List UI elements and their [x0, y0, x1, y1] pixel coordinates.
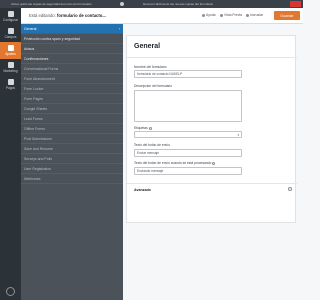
save-button[interactable]: Guardar [274, 11, 300, 20]
settings-nav-label: Google Sheets [24, 106, 48, 111]
sliders-icon [7, 45, 14, 51]
notice-close-button[interactable] [290, 1, 301, 7]
help-label: Ayuda [206, 13, 216, 17]
settings-nav-label: Form Abandonment [24, 76, 55, 81]
tags-label: Etiquetas [134, 126, 152, 130]
help-icon[interactable] [6, 287, 15, 296]
settings-nav-item-avisos[interactable]: Avisos [21, 44, 123, 54]
settings-nav-label: Confirmaciones [24, 56, 49, 61]
settings-nav-label: Surveys and Polls [24, 156, 53, 161]
sidebar-item-pagos[interactable]: Pagos [0, 76, 21, 93]
sidebar-item-label: Marketing [3, 69, 18, 73]
sidebar-item-campos[interactable]: Campos [0, 25, 21, 42]
sidebar-item-ajustes[interactable]: Ajustes [0, 42, 21, 59]
sidebar-item-marketing[interactable]: Marketing [0, 59, 21, 76]
submit-text-label: Texto del botón de envío [134, 143, 170, 147]
settings-nav: General › Protección contra spam y segur… [21, 24, 123, 300]
preview-button[interactable]: Vista Previa [220, 13, 242, 17]
processing-text-label: Texto del botón de envío cuando se está … [134, 161, 216, 165]
settings-nav-item-offline[interactable]: Offline Forms [21, 124, 123, 134]
settings-nav-item-locker[interactable]: Form Locker [21, 84, 123, 94]
sidebar-item-label: Pagos [5, 86, 16, 90]
tags-label-text: Etiquetas [134, 126, 148, 130]
help-icon[interactable] [148, 126, 152, 130]
notification-bar: Active gratis las copias de seguridad de… [0, 0, 303, 8]
gear-icon [7, 11, 14, 17]
settings-nav-label: Lead Forms [24, 116, 43, 121]
processing-text-input[interactable]: Enviando mensaje [134, 167, 242, 175]
divider [127, 57, 297, 58]
builder-header: Está editando: formulario de contacto...… [21, 8, 303, 24]
help-circle-icon [202, 13, 205, 17]
settings-nav-label: Form Pages [24, 96, 44, 101]
settings-nav-item-surveys[interactable]: Surveys and Polls [21, 154, 123, 164]
settings-nav-item-user-registration[interactable]: User Registration [21, 164, 123, 174]
save-label: Guardar [280, 13, 294, 18]
settings-nav-item-google-sheets[interactable]: Google Sheets [21, 104, 123, 114]
settings-nav-label: Post Submissions [24, 136, 52, 141]
settings-nav-item-save-resume[interactable]: Save and Resume [21, 144, 123, 154]
settings-nav-label: General [24, 26, 37, 31]
sidebar-item-configurar[interactable]: Configurar [0, 8, 21, 25]
general-settings-panel: General Nombre del formulario formulario… [126, 35, 297, 223]
settings-nav-item-post-submissions[interactable]: Post Submissions [21, 134, 123, 144]
settings-nav-label: Webhooks [24, 176, 41, 181]
preview-label: Vista Previa [224, 13, 243, 17]
megaphone-icon [7, 62, 14, 68]
description-textarea[interactable] [134, 90, 242, 122]
chevron-right-icon: › [118, 26, 120, 31]
code-icon [246, 13, 249, 17]
form-name-label: Nombre del formulario [134, 65, 167, 69]
settings-nav-item-lead-forms[interactable]: Lead Forms [21, 114, 123, 124]
eye-icon [220, 13, 223, 17]
sidebar-item-label: Campos [4, 35, 17, 39]
settings-nav-label: Offline Forms [24, 126, 45, 131]
settings-nav-item-form-pages[interactable]: Form Pages [21, 94, 123, 104]
fields-icon [7, 28, 14, 34]
builder-sidebar: Configurar Campos Ajustes Marketing Pago… [0, 8, 21, 300]
description-label: Descripción del formulario [134, 84, 173, 88]
editing-prefix: Está editando: [29, 13, 56, 18]
page-title: Está editando: formulario de contacto... [29, 13, 106, 18]
dollar-icon [7, 79, 14, 85]
sidebar-item-label: Configurar [3, 18, 18, 22]
settings-nav-item-general[interactable]: General › [21, 24, 123, 34]
sidebar-item-label: Ajustes [5, 52, 16, 56]
submit-text-input[interactable]: Enviar mensaje [134, 149, 242, 157]
settings-nav-item-spam[interactable]: Protección contra spam y seguridad [21, 34, 123, 44]
panel-title: General [134, 43, 161, 50]
settings-nav-item-confirmaciones[interactable]: Confirmaciones [21, 54, 123, 64]
embed-button[interactable]: Incrustar [246, 13, 263, 17]
help-icon[interactable] [212, 161, 216, 165]
settings-nav-label: Avisos [24, 46, 35, 51]
advanced-section-toggle[interactable]: Avanzado [134, 188, 151, 192]
form-name: formulario de contacto... [56, 13, 106, 18]
settings-nav-label: Conversational Forms [24, 66, 59, 71]
embed-label: Incrustar [250, 13, 264, 17]
check-icon [120, 2, 124, 6]
notice-left: Active gratis las copias de seguridad de… [11, 2, 92, 6]
settings-nav-item-webhooks[interactable]: Webhooks [21, 174, 123, 184]
settings-nav-label: Form Locker [24, 86, 44, 91]
settings-nav-item-conversational[interactable]: Conversational Forms [21, 64, 123, 74]
chevron-down-icon: ▾ [237, 133, 239, 137]
notice-right: Recevoir fácilmente las nuevas copias de… [143, 2, 214, 6]
chevron-circle-icon[interactable] [288, 187, 292, 191]
settings-nav-label: Save and Resume [24, 146, 53, 151]
help-button[interactable]: Ayuda [202, 13, 216, 17]
form-name-input[interactable]: formulario de contacto NUKELP [134, 70, 242, 78]
settings-nav-item-abandonment[interactable]: Form Abandonment [21, 74, 123, 84]
settings-nav-label: Protección contra spam y seguridad [24, 36, 80, 41]
processing-text-label-text: Texto del botón de envío cuando se está … [134, 161, 212, 165]
tags-select[interactable]: ▾ [134, 131, 242, 138]
divider [127, 183, 297, 184]
settings-nav-label: User Registration [24, 166, 52, 171]
